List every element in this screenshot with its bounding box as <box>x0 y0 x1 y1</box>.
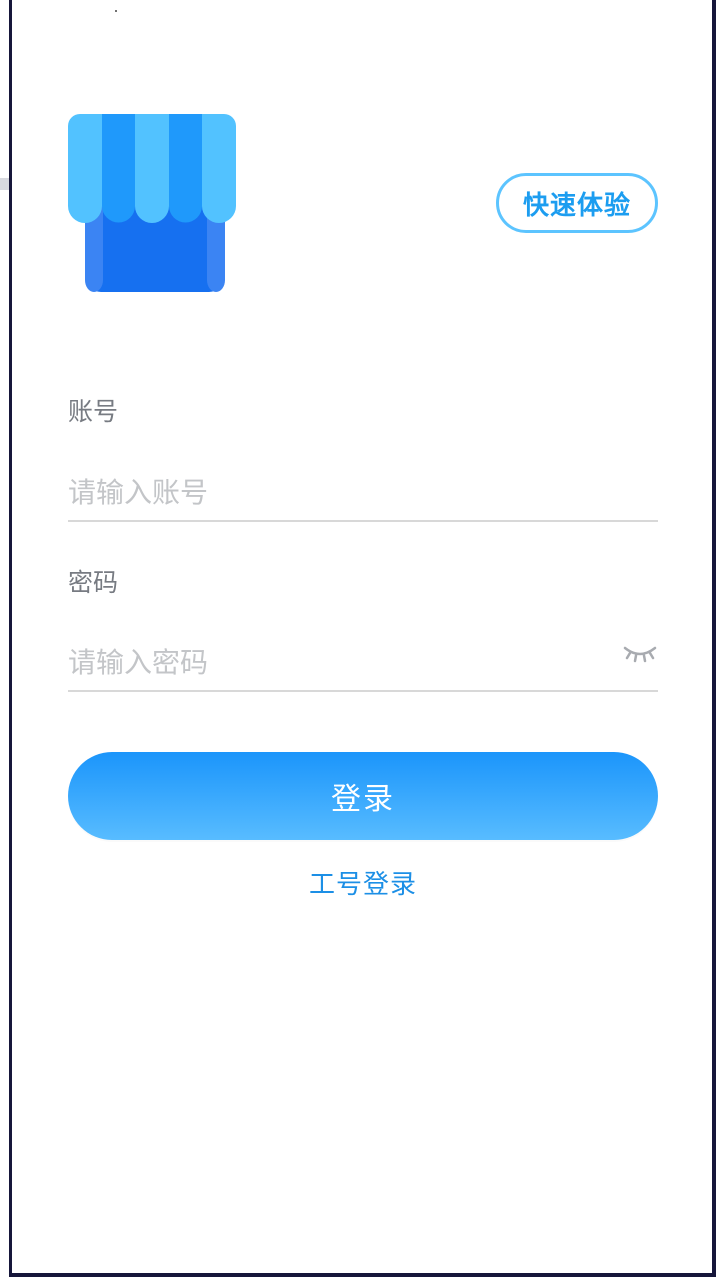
eye-closed-icon[interactable] <box>622 640 658 664</box>
app-screen: 快速体验 账号 密码 登录 工号登录 <box>0 0 720 1280</box>
shop-awning-icon <box>68 114 236 292</box>
window-border-right <box>712 0 716 1277</box>
edge-indicator <box>0 178 9 190</box>
window-border-bottom <box>9 1273 716 1277</box>
login-button[interactable]: 登录 <box>68 752 658 840</box>
quick-experience-button[interactable]: 快速体验 <box>496 173 658 233</box>
window-border-left <box>9 0 12 1277</box>
account-label: 账号 <box>68 397 119 426</box>
employee-id-login-link[interactable]: 工号登录 <box>260 864 466 901</box>
password-input[interactable] <box>68 635 658 692</box>
status-dot <box>115 10 117 12</box>
password-label: 密码 <box>68 568 119 597</box>
account-input[interactable] <box>68 465 658 522</box>
